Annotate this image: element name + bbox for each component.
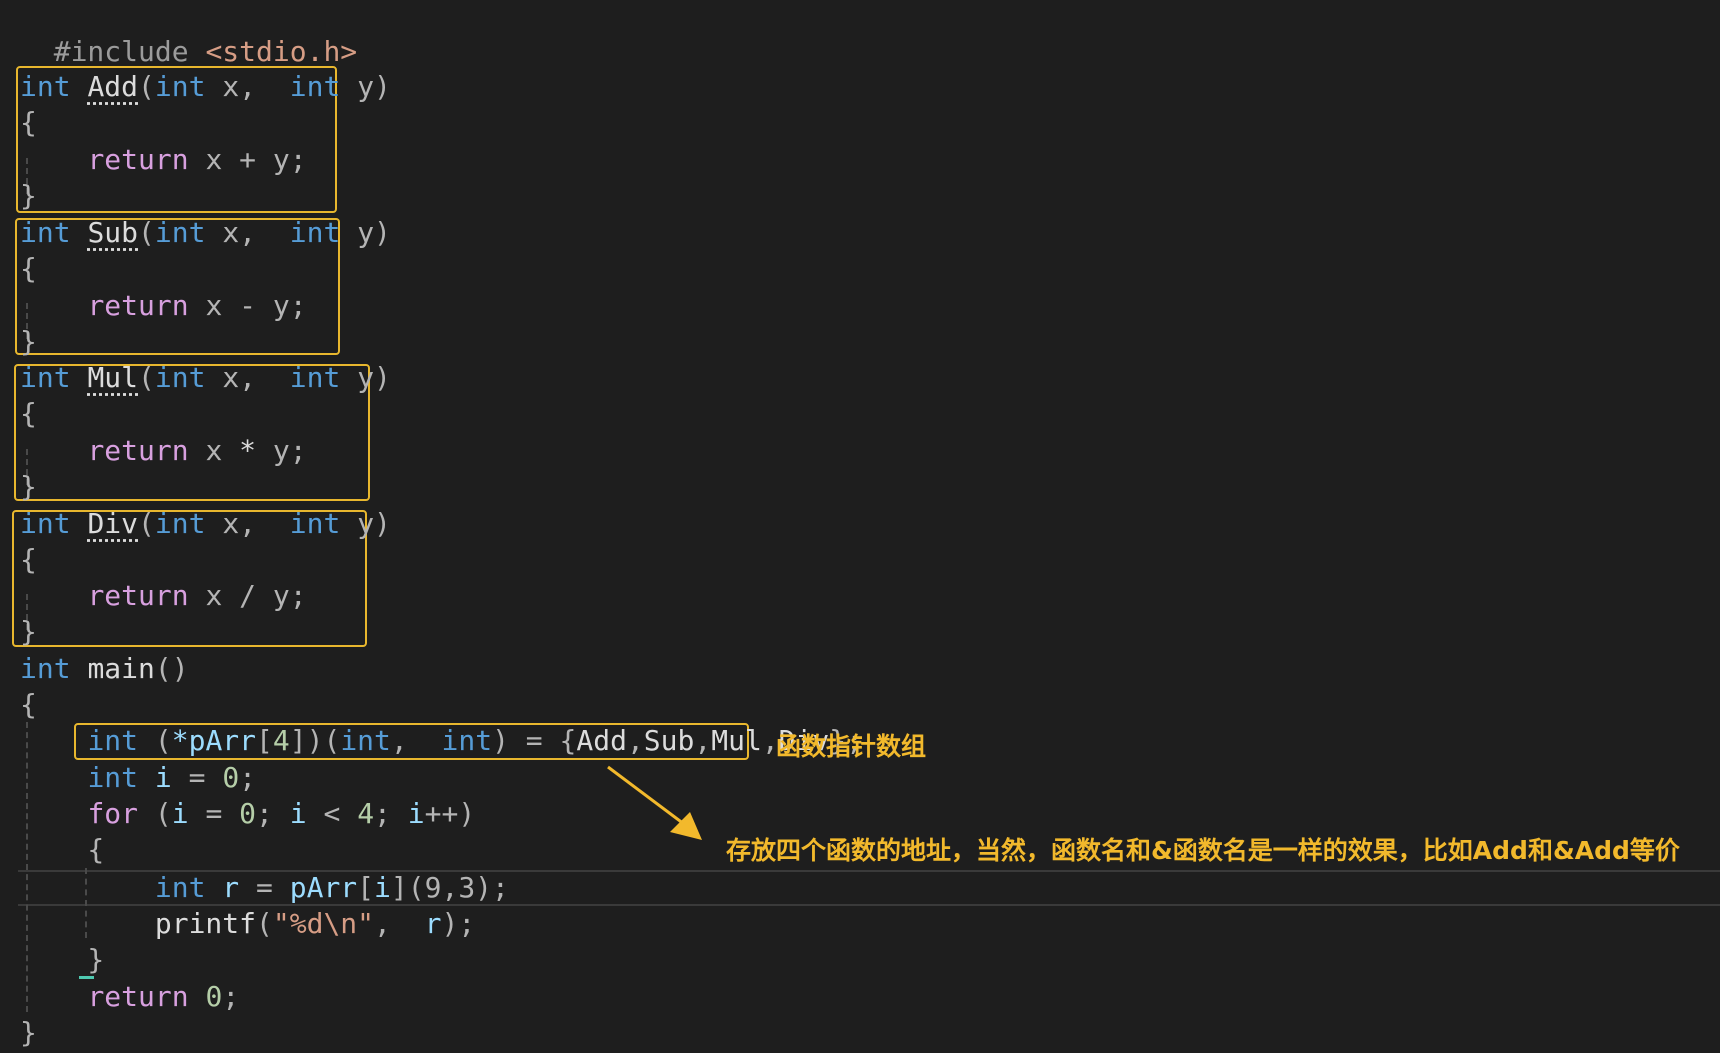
return-type: int [20,216,71,249]
format-string: "%d\n" [272,907,375,940]
operator: + [239,143,257,176]
return-type: int [20,507,71,540]
decl-type: int [154,871,206,904]
param-name: y [357,507,375,540]
open-brace: { [20,688,37,721]
for-statement[interactable]: for (i = 0; i < 4; i++) [20,796,475,832]
include-line: #include <stdio.h> [20,0,357,68]
return-type: int [20,652,71,685]
param-type: int [154,507,206,540]
main-signature[interactable]: int main() [20,651,189,687]
printf-arg: r [424,907,442,940]
param-type: int [289,507,341,540]
loop-limit: 4 [357,797,375,830]
operator: * [239,434,257,467]
operator: - [239,289,257,322]
explanation-annotation: 存放四个函数的地址，当然，函数名和&函数名是一样的效果，比如Add和&Add等价 [726,836,1680,865]
variable-name: r [222,871,240,904]
open-brace: { [20,543,37,576]
function-name[interactable]: Sub [87,216,138,249]
include-header: <stdio.h> [205,35,358,68]
return-statement[interactable]: return x / y; [20,578,306,614]
array-annotation-label: 函数指针数组 [776,732,927,761]
init-item: Mul [711,724,762,757]
param-type: int [289,216,341,249]
array-pointer-name: pArr [289,871,358,904]
return-statement[interactable]: return 0; [20,979,239,1015]
close-brace: } [20,470,37,503]
param-type: int [289,361,341,394]
param-type: int [154,70,206,103]
return-keyword: return [87,143,189,176]
return-keyword: return [87,289,189,322]
param-type: int [154,361,206,394]
param-type: int [441,724,493,757]
param-name: y [357,70,375,103]
for-keyword: for [87,797,139,830]
close-brace: } [20,943,105,976]
return-keyword: return [87,980,189,1013]
function-signature[interactable]: int Sub(int x, int y) [20,215,391,251]
return-statement[interactable]: return x + y; [20,142,306,178]
param-name: x [222,361,240,394]
open-brace: { [20,252,37,285]
open-brace: { [20,106,37,139]
return-type: int [20,70,71,103]
array-size: 4 [272,724,290,757]
return-keyword: return [87,579,189,612]
param-type: int [340,724,391,757]
return-type: int [20,361,71,394]
init-item: Add [576,724,627,757]
param-type: int [289,70,341,103]
i-declaration[interactable]: int i = 0; [20,760,256,796]
close-brace: } [20,179,37,212]
number-literal: 0 [222,761,240,794]
return-keyword: return [87,434,189,467]
param-name: y [357,361,375,394]
function-name[interactable]: Add [87,70,138,103]
operator: / [239,579,257,612]
function-signature[interactable]: int Div(int x, int y) [20,506,391,542]
function-name[interactable]: Mul [87,361,138,394]
annotation-arrow-icon [607,765,702,840]
init-item: Sub [643,724,695,757]
decl-type: int [87,761,139,794]
decl-type: int [87,724,139,757]
close-brace: } [20,615,37,648]
close-brace: } [20,1016,37,1049]
param-name: x [222,507,240,540]
function-name[interactable]: Div [87,507,138,540]
open-brace: { [20,397,37,430]
printf-statement[interactable]: printf("%d\n", r); [20,906,475,942]
open-brace: { [20,833,105,866]
return-statement[interactable]: return x * y; [20,433,306,469]
function-pointer-array-declaration[interactable]: int (*pArr[4])(int, int) = {Add,Sub,Mul,… [20,723,863,759]
number-literal: 0 [205,980,223,1013]
close-brace: } [20,325,37,358]
include-directive: #include [53,35,189,68]
call-statement[interactable]: int r = pArr[i](9,3); [20,870,509,906]
function-signature[interactable]: int Mul(int x, int y) [20,360,391,396]
return-statement[interactable]: return x - y; [20,288,306,324]
variable-name: i [154,761,172,794]
function-name[interactable]: main [87,652,154,685]
array-pointer-name[interactable]: *pArr [172,724,256,757]
printf-function: printf [154,907,257,940]
param-type: int [154,216,206,249]
param-name: x [222,216,240,249]
param-name: y [357,216,375,249]
function-signature[interactable]: int Add(int x, int y) [20,69,391,105]
call-args: (9,3) [407,871,493,904]
param-name: x [222,70,240,103]
